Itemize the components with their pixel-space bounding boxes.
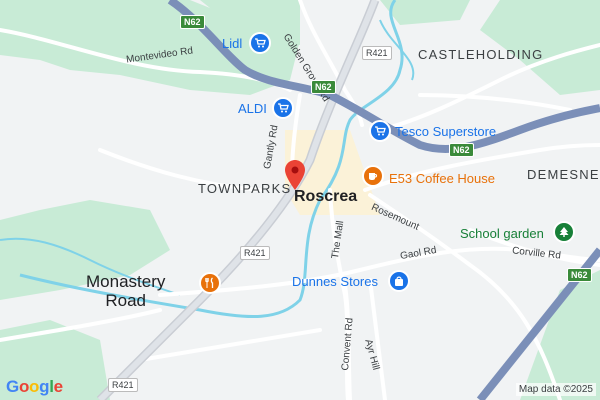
poi-label-lidl[interactable]: Lidl bbox=[222, 36, 242, 51]
shopping-cart-icon[interactable] bbox=[369, 120, 391, 142]
tree-icon[interactable] bbox=[553, 221, 575, 243]
fork-knife-icon[interactable] bbox=[199, 272, 221, 294]
map-canvas[interactable]: CASTLEHOLDING TOWNPARKS DEMESNE Roscrea … bbox=[0, 0, 600, 400]
road-shield-n62-east: N62 bbox=[449, 143, 474, 157]
poi-label-tesco-superstore[interactable]: Tesco Superstore bbox=[395, 124, 496, 139]
shopping-cart-icon[interactable] bbox=[272, 97, 294, 119]
road-shield-n62-north-west: N62 bbox=[180, 15, 205, 29]
locality-label-monastery-road: Monastery Road bbox=[86, 272, 165, 310]
area-label-castleholding: CASTLEHOLDING bbox=[418, 47, 544, 62]
poi-label-aldi[interactable]: ALDI bbox=[238, 101, 267, 116]
poi-label-e53-coffee-house[interactable]: E53 Coffee House bbox=[389, 171, 495, 186]
area-label-townparks: TOWNPARKS bbox=[198, 181, 292, 196]
locality-line-1: Monastery bbox=[86, 272, 166, 291]
road-shield-n62-center: N62 bbox=[311, 80, 336, 94]
road-shield-r421-south: R421 bbox=[108, 378, 138, 392]
town-label-roscrea[interactable]: Roscrea bbox=[294, 188, 357, 206]
location-pin-icon[interactable] bbox=[285, 160, 305, 190]
poi-label-dunnes-stores[interactable]: Dunnes Stores bbox=[292, 274, 378, 289]
road-shield-r421-center: R421 bbox=[240, 246, 270, 260]
locality-line-2: Road bbox=[105, 291, 146, 310]
google-logo: Google bbox=[6, 377, 63, 396]
road-shield-n62-south-east: N62 bbox=[567, 268, 592, 282]
coffee-cup-icon[interactable] bbox=[362, 165, 384, 187]
area-label-demesne: DEMESNE bbox=[527, 167, 600, 182]
shopping-cart-icon[interactable] bbox=[249, 32, 271, 54]
poi-label-school-garden[interactable]: School garden bbox=[460, 226, 544, 241]
map-attribution[interactable]: Map data ©2025 bbox=[515, 383, 596, 396]
shopping-bag-icon[interactable] bbox=[388, 270, 410, 292]
road-shield-r421-north: R421 bbox=[362, 46, 392, 60]
